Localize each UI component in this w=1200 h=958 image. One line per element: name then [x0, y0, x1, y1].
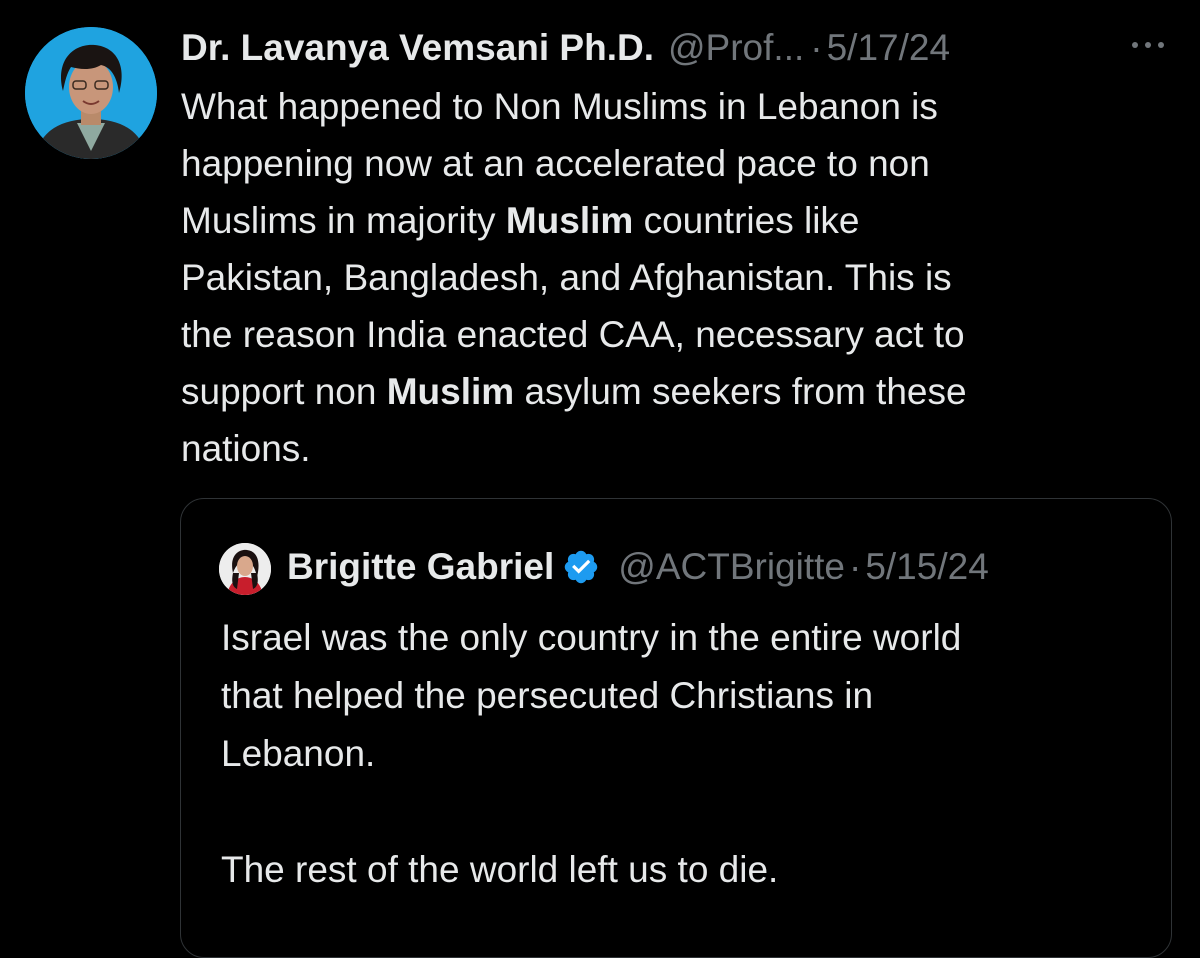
- tweet-text-line: Muslims in majority Muslim countries lik…: [181, 200, 860, 241]
- quoted-author-name[interactable]: Brigitte Gabriel: [287, 546, 554, 588]
- quoted-text-line: Israel was the only country in the entir…: [221, 617, 962, 658]
- highlighted-term: Muslim: [386, 371, 515, 412]
- quoted-author-avatar[interactable]: [219, 543, 271, 595]
- quoted-tweet-text: Israel was the only country in the entir…: [221, 609, 1151, 899]
- tweet-text-line: happening now at an accelerated pace to …: [181, 143, 930, 184]
- dot: [1158, 42, 1164, 48]
- tweet-header: Dr. Lavanya Vemsani Ph.D. @Prof... · 5/1…: [181, 24, 950, 72]
- tweet-text-line: support non Muslim asylum seekers from t…: [181, 371, 967, 412]
- quoted-tweet-header: Brigitte Gabriel @ACTBrigitte · 5/15/24: [287, 542, 989, 592]
- quoted-text-line: The rest of the world left us to die.: [221, 849, 779, 890]
- quoted-author-photo: [219, 543, 271, 595]
- paragraph-break: [221, 783, 1151, 841]
- tweet-text-line: Pakistan, Bangladesh, and Afghanistan. T…: [181, 257, 952, 298]
- author-photo: [25, 27, 157, 159]
- header-separator: ·: [810, 27, 823, 68]
- quoted-tweet-date[interactable]: 5/15/24: [865, 546, 988, 588]
- quoted-text-line: that helped the persecuted Christians in: [221, 675, 874, 716]
- more-horizontal-icon[interactable]: [1124, 30, 1172, 60]
- quoted-text-line: Lebanon.: [221, 733, 376, 774]
- tweet-text-line: nations.: [181, 428, 311, 469]
- tweet-text-line: What happened to Non Muslims in Lebanon …: [181, 86, 938, 127]
- tweet-date[interactable]: 5/17/24: [827, 27, 950, 69]
- tweet-text-line: the reason India enacted CAA, necessary …: [181, 314, 965, 355]
- dot: [1132, 42, 1138, 48]
- quoted-tweet-card[interactable]: Brigitte Gabriel @ACTBrigitte · 5/15/24 …: [180, 498, 1172, 958]
- dot: [1145, 42, 1151, 48]
- author-handle[interactable]: @Prof...: [668, 27, 804, 69]
- tweet-text: What happened to Non Muslims in Lebanon …: [181, 78, 1171, 477]
- author-name[interactable]: Dr. Lavanya Vemsani Ph.D.: [181, 27, 654, 69]
- author-avatar[interactable]: [25, 27, 157, 159]
- quoted-author-handle[interactable]: @ACTBrigitte: [618, 546, 845, 588]
- header-separator: ·: [849, 546, 862, 587]
- highlighted-term: Muslim: [505, 200, 634, 241]
- tweet[interactable]: Dr. Lavanya Vemsani Ph.D. @Prof... · 5/1…: [0, 0, 1200, 958]
- verified-badge-icon: [565, 550, 598, 584]
